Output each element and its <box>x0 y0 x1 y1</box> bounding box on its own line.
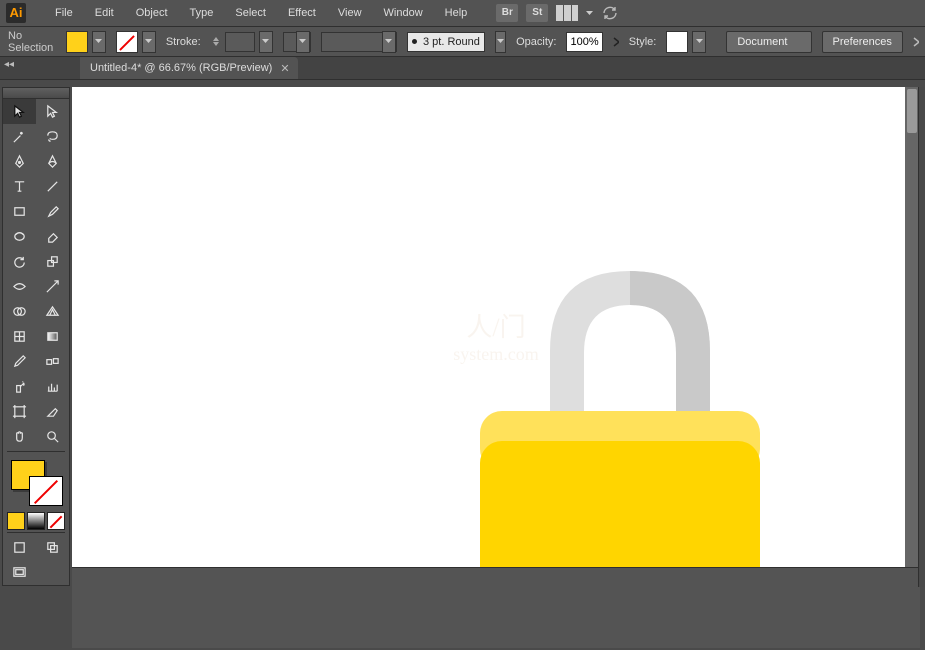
stroke-weight-stepper[interactable] <box>211 33 221 51</box>
color-mode-button[interactable] <box>7 512 25 530</box>
fill-swatch[interactable] <box>66 31 88 53</box>
mesh-tool[interactable] <box>3 324 36 349</box>
preferences-button[interactable]: Preferences <box>822 31 903 53</box>
stroke-swatch-control[interactable] <box>116 31 156 53</box>
brush-dropdown[interactable] <box>495 31 506 53</box>
gradient-tool[interactable] <box>36 324 69 349</box>
tab-close-icon[interactable]: ✕ <box>280 62 289 75</box>
workspace: 人/门 system.com <box>0 77 925 650</box>
column-graph-tool[interactable] <box>36 374 69 399</box>
line-segment-tool[interactable] <box>36 174 69 199</box>
lasso-tool[interactable] <box>36 124 69 149</box>
brush-dot-icon <box>412 39 417 44</box>
rotate-tool[interactable] <box>3 249 36 274</box>
canvas[interactable]: 人/门 system.com <box>72 87 920 567</box>
document-setup-button[interactable]: Document Setup <box>726 31 811 53</box>
panels-collapsed-dock[interactable] <box>918 87 925 587</box>
stroke-swatch-none[interactable] <box>116 31 138 53</box>
menu-view[interactable]: View <box>327 7 373 19</box>
variable-width-profile-picker[interactable] <box>283 32 311 52</box>
document-tab-title: Untitled-4* @ 66.67% (RGB/Preview) <box>90 62 272 74</box>
menu-object[interactable]: Object <box>125 7 179 19</box>
magic-wand-tool[interactable] <box>3 124 36 149</box>
artboard-tool[interactable] <box>3 399 36 424</box>
draw-normal-button[interactable] <box>3 535 36 560</box>
eraser-tool[interactable] <box>36 224 69 249</box>
hand-tool[interactable] <box>3 424 36 449</box>
menu-type[interactable]: Type <box>179 7 225 19</box>
chevron-down-icon <box>586 11 593 16</box>
eyedropper-tool[interactable] <box>3 349 36 374</box>
stock-button[interactable]: St <box>526 4 548 22</box>
control-bar-overflow-icon[interactable] <box>913 37 919 47</box>
stroke-weight-field[interactable] <box>225 32 255 52</box>
opacity-chevron-right-icon[interactable] <box>613 37 619 47</box>
go-to-bridge-button[interactable]: Br <box>496 4 518 22</box>
pasteboard <box>72 567 920 648</box>
document-tab[interactable]: Untitled-4* @ 66.67% (RGB/Preview) ✕ <box>80 57 298 79</box>
menu-help[interactable]: Help <box>434 7 479 19</box>
style-swatch[interactable] <box>666 31 688 53</box>
gradient-mode-button[interactable] <box>27 512 45 530</box>
scale-tool[interactable] <box>36 249 69 274</box>
selection-tool[interactable] <box>3 99 36 124</box>
stroke-weight-dropdown[interactable] <box>259 31 273 53</box>
none-mode-button[interactable] <box>47 512 65 530</box>
app-menubar: Ai File Edit Object Type Select Effect V… <box>0 0 925 26</box>
vertical-scrollbar[interactable] <box>905 87 919 567</box>
graphic-style-picker[interactable] <box>666 31 706 53</box>
symbol-sprayer-tool[interactable] <box>3 374 36 399</box>
direct-selection-tool[interactable] <box>36 99 69 124</box>
sync-settings-icon[interactable] <box>601 4 619 22</box>
menu-window[interactable]: Window <box>373 7 434 19</box>
free-transform-tool[interactable] <box>36 274 69 299</box>
fill-swatch-control[interactable] <box>66 31 106 53</box>
opacity-field[interactable]: 100% <box>566 32 602 52</box>
fill-dropdown[interactable] <box>92 31 106 53</box>
brush-name-field[interactable]: 3 pt. Round <box>407 32 485 52</box>
blend-tool[interactable] <box>36 349 69 374</box>
app-logo: Ai <box>6 3 26 23</box>
menu-effect[interactable]: Effect <box>277 7 327 19</box>
paintbrush-tool[interactable] <box>36 199 69 224</box>
draw-behind-button[interactable] <box>36 535 69 560</box>
menu-file[interactable]: File <box>44 7 84 19</box>
menu-select[interactable]: Select <box>224 7 277 19</box>
menu-edit[interactable]: Edit <box>84 7 125 19</box>
type-tool[interactable] <box>3 174 36 199</box>
pen-tool[interactable] <box>3 149 36 174</box>
panel-expand-toggle[interactable]: ◂◂ <box>4 59 14 70</box>
tools-panel <box>2 87 70 586</box>
width-tool[interactable] <box>3 274 36 299</box>
fill-stroke-swatches[interactable] <box>3 454 69 512</box>
empty-cell <box>36 560 69 585</box>
stroke-label: Stroke: <box>166 36 201 48</box>
toolbox-stroke-swatch[interactable] <box>29 476 63 506</box>
rectangle-tool[interactable] <box>3 199 36 224</box>
control-bar: No Selection Stroke: 3 pt. Round Opacity… <box>0 26 925 57</box>
shape-builder-tool[interactable] <box>3 299 36 324</box>
selection-status: No Selection <box>8 30 56 54</box>
screen-mode-button[interactable] <box>3 560 36 585</box>
curvature-tool[interactable] <box>36 149 69 174</box>
stroke-swatch-dropdown[interactable] <box>142 31 156 53</box>
scrollbar-thumb[interactable] <box>907 89 917 133</box>
tools-panel-grip[interactable] <box>3 88 69 99</box>
perspective-grid-tool[interactable] <box>36 299 69 324</box>
brush-definition-picker[interactable] <box>321 32 397 52</box>
arrange-documents-button[interactable] <box>556 5 578 21</box>
style-label: Style: <box>629 36 657 48</box>
brush-name-text: 3 pt. Round <box>423 36 480 48</box>
zoom-tool[interactable] <box>36 424 69 449</box>
opacity-label: Opacity: <box>516 36 556 48</box>
shaper-tool[interactable] <box>3 224 36 249</box>
slice-tool[interactable] <box>36 399 69 424</box>
style-dropdown[interactable] <box>692 31 706 53</box>
